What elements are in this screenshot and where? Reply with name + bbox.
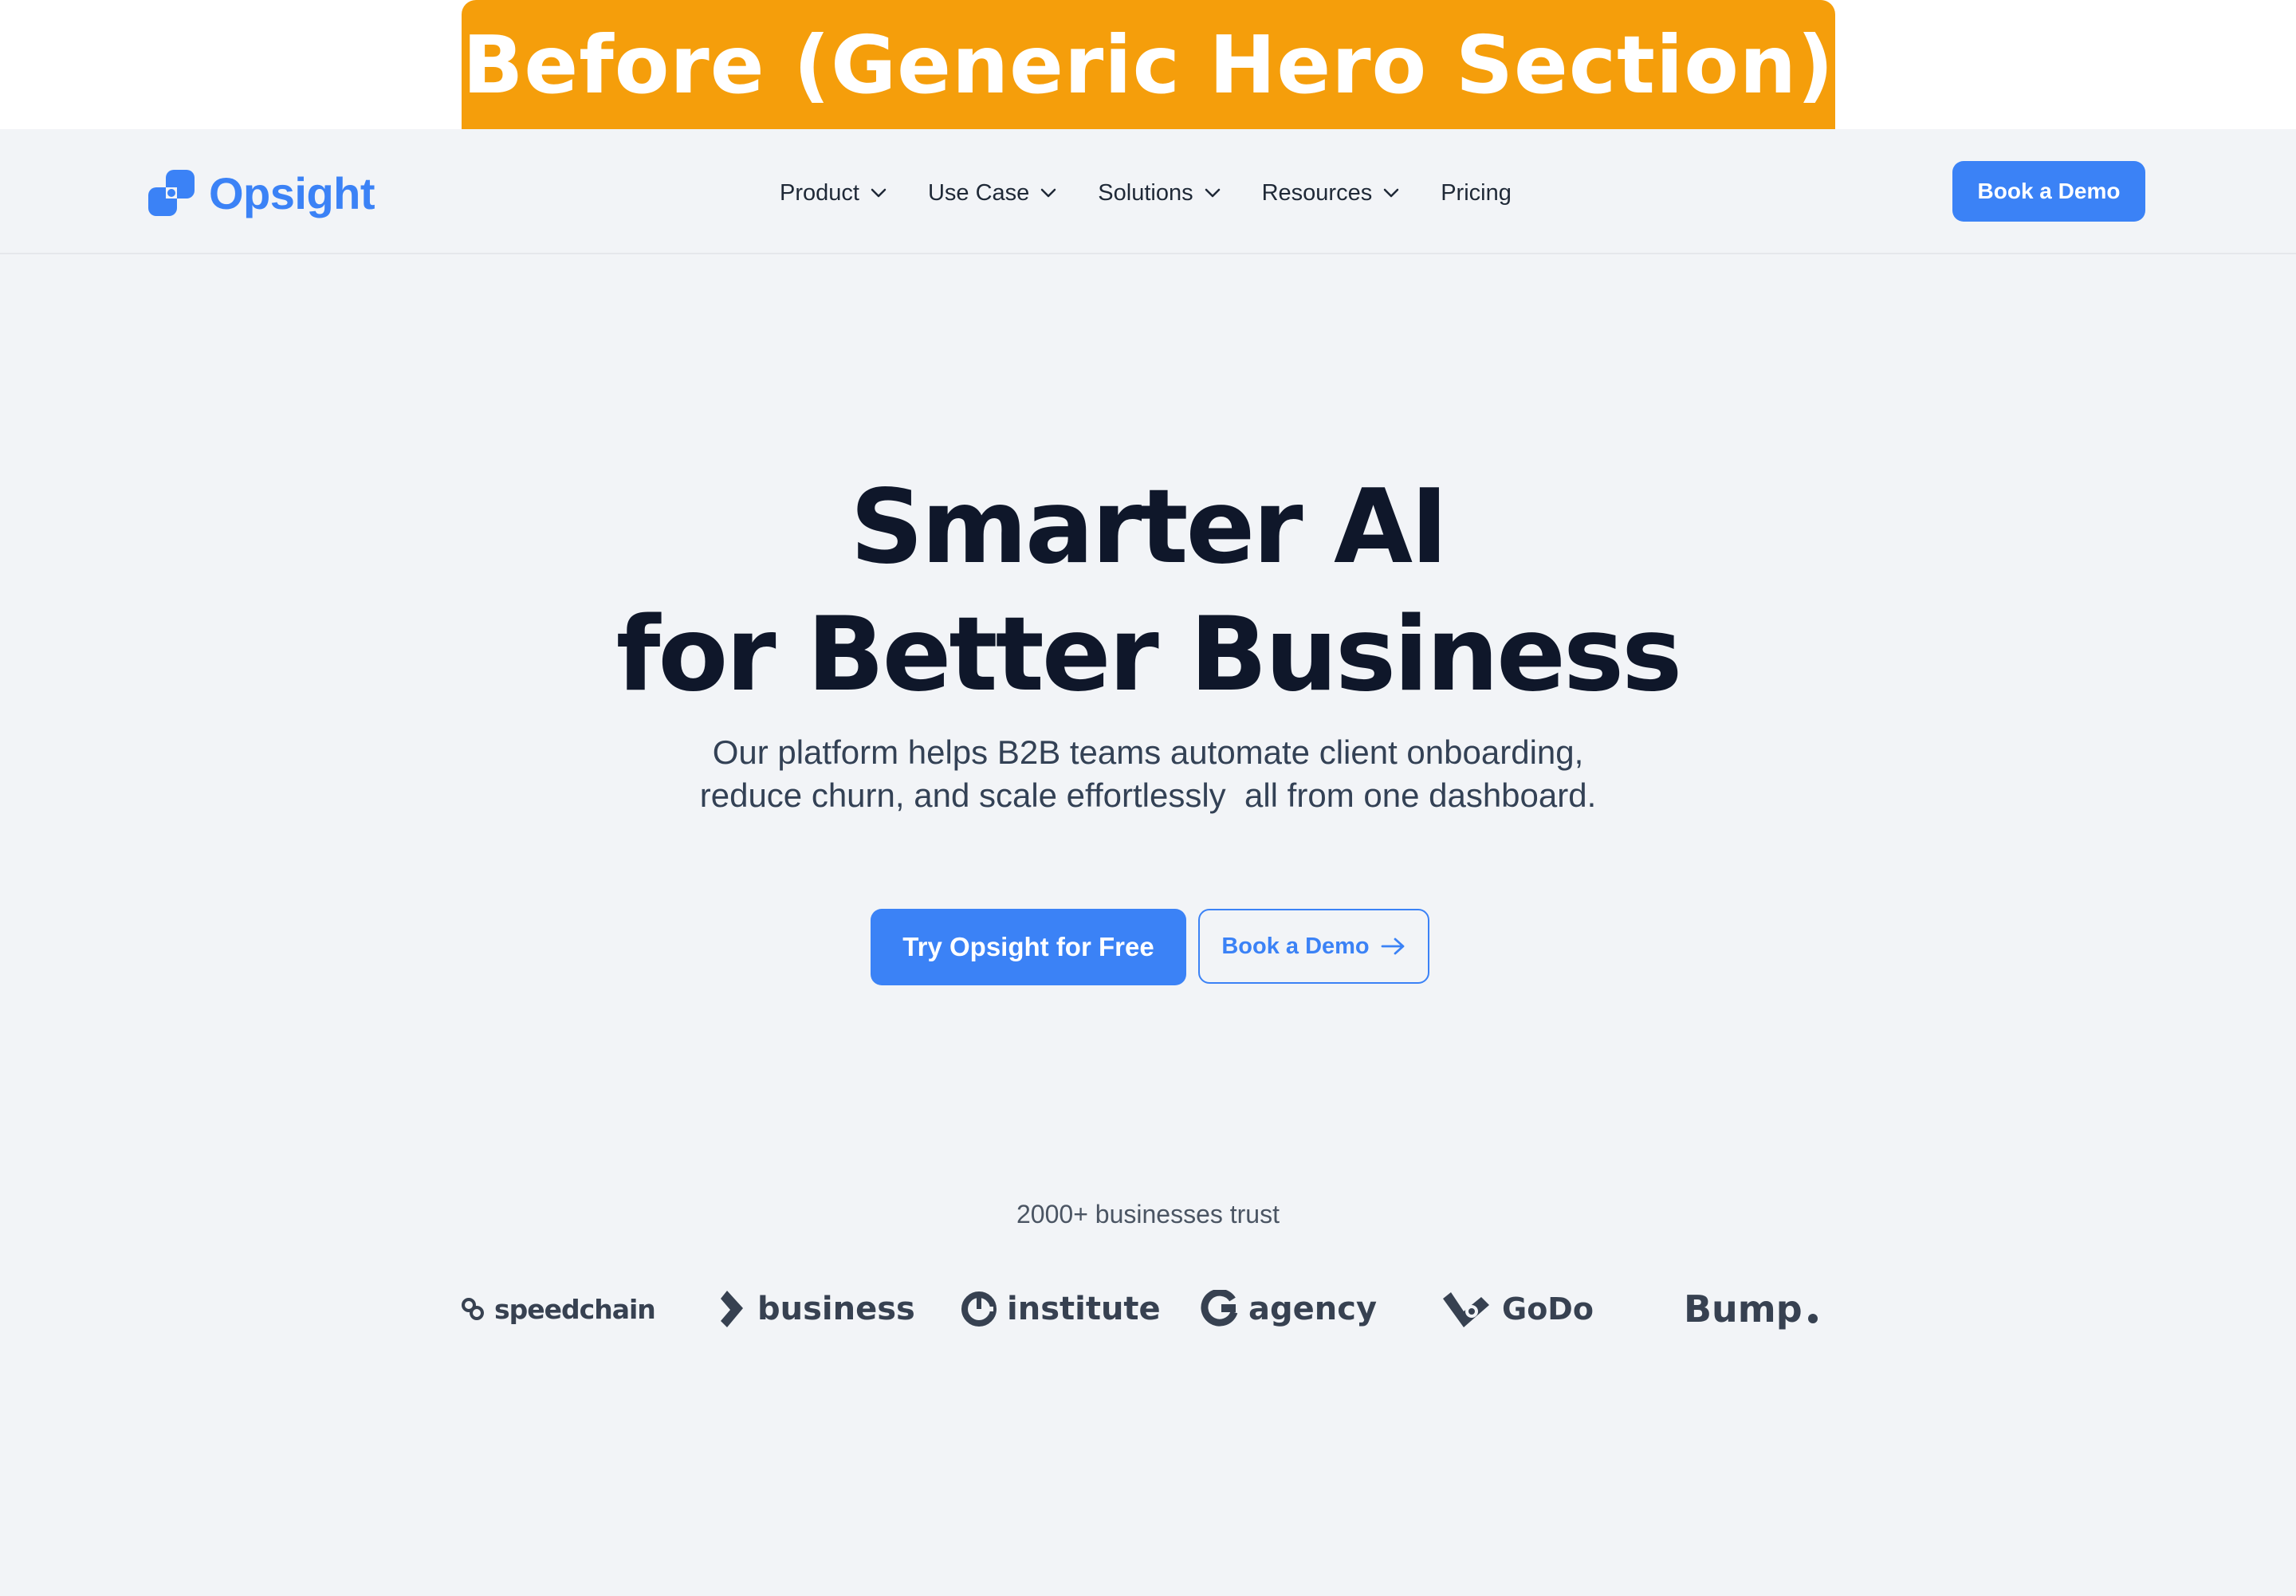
institute-logo-icon <box>961 1291 997 1327</box>
nav-item-pricing[interactable]: Pricing <box>1441 180 1512 206</box>
nav-item-label: Resources <box>1261 179 1373 206</box>
nav-item-product[interactable]: Product <box>780 180 887 206</box>
client-logo-godo: GoDo <box>1440 1277 1594 1341</box>
client-logo-bump: Bump <box>1684 1277 1818 1341</box>
agency-logo-icon <box>1201 1290 1238 1327</box>
nav-item-resources[interactable]: Resources <box>1262 180 1400 206</box>
client-logos-row: speedchain business institute agency GoD… <box>0 1277 2296 1341</box>
hero-book-demo-label: Book a Demo <box>1221 933 1370 959</box>
hero-subtitle-line-2: reduce churn, and scale effortlessly all… <box>699 776 1597 814</box>
nav-item-label: Product <box>780 179 859 206</box>
hero-book-demo-button[interactable]: Book a Demo <box>1198 909 1429 984</box>
client-logo-business: business <box>716 1277 915 1341</box>
chevron-down-icon <box>871 188 887 198</box>
client-logo-name: business <box>757 1291 915 1327</box>
page-root: Before (Generic Hero Section) Opsight Pr… <box>0 0 2296 1596</box>
nav-item-solutions[interactable]: Solutions <box>1098 180 1220 206</box>
top-navbar: Opsight Product Use Case Solutions Resou… <box>0 129 2296 254</box>
client-logo-name: agency <box>1248 1291 1378 1327</box>
client-logo-name: institute <box>1007 1291 1161 1327</box>
client-logo-name: GoDo <box>1502 1291 1594 1327</box>
brand-name: Opsight <box>209 167 375 218</box>
hero-subtitle-line-1: Our platform helps B2B teams automate cl… <box>712 733 1584 771</box>
client-logo-institute: institute <box>961 1277 1161 1341</box>
chevron-down-icon <box>1205 188 1220 198</box>
nav-item-label: Solutions <box>1098 179 1193 206</box>
client-logo-name: speedchain <box>494 1293 656 1325</box>
chevron-down-icon <box>1383 188 1399 198</box>
try-free-button[interactable]: Try Opsight for Free <box>871 909 1186 985</box>
nav-item-label: Use Case <box>927 179 1030 206</box>
hero-title: Smarter AI for Better Business <box>0 464 2296 719</box>
trust-label: 2000+ businesses trust <box>1016 1200 1280 1228</box>
hero-title-line-1: Smarter AI <box>850 468 1448 587</box>
arrow-right-icon <box>1381 938 1405 955</box>
nav-item-use-case[interactable]: Use Case <box>928 180 1056 206</box>
godo-logo-icon <box>1443 1292 1489 1327</box>
client-logo-name: Bump <box>1684 1287 1803 1331</box>
landing-page: Opsight Product Use Case Solutions Resou… <box>0 129 2296 1596</box>
banner-title: Before (Generic Hero Section) <box>462 18 1834 112</box>
opsight-logo-icon <box>148 170 195 216</box>
client-logo-speedchain: speedchain <box>461 1277 656 1341</box>
nav-book-demo-button[interactable]: Book a Demo <box>1952 161 2145 222</box>
client-logo-agency: agency <box>1201 1277 1377 1341</box>
hero-title-line-2: for Better Business <box>615 596 1683 714</box>
business-logo-icon <box>721 1291 743 1327</box>
nav-item-label: Pricing <box>1441 179 1512 206</box>
speedchain-logo-icon <box>462 1298 484 1320</box>
chevron-down-icon <box>1041 188 1056 198</box>
before-banner: Before (Generic Hero Section) <box>462 0 1835 129</box>
brand-logo[interactable]: Opsight <box>148 167 375 218</box>
bump-dot-icon <box>1807 1314 1818 1323</box>
hero-cta-group: Try Opsight for Free Book a Demo <box>871 909 1429 985</box>
nav-menu: Product Use Case Solutions Resources Pri… <box>780 169 1512 217</box>
hero-subtitle: Our platform helps B2B teams automate cl… <box>0 731 2296 817</box>
